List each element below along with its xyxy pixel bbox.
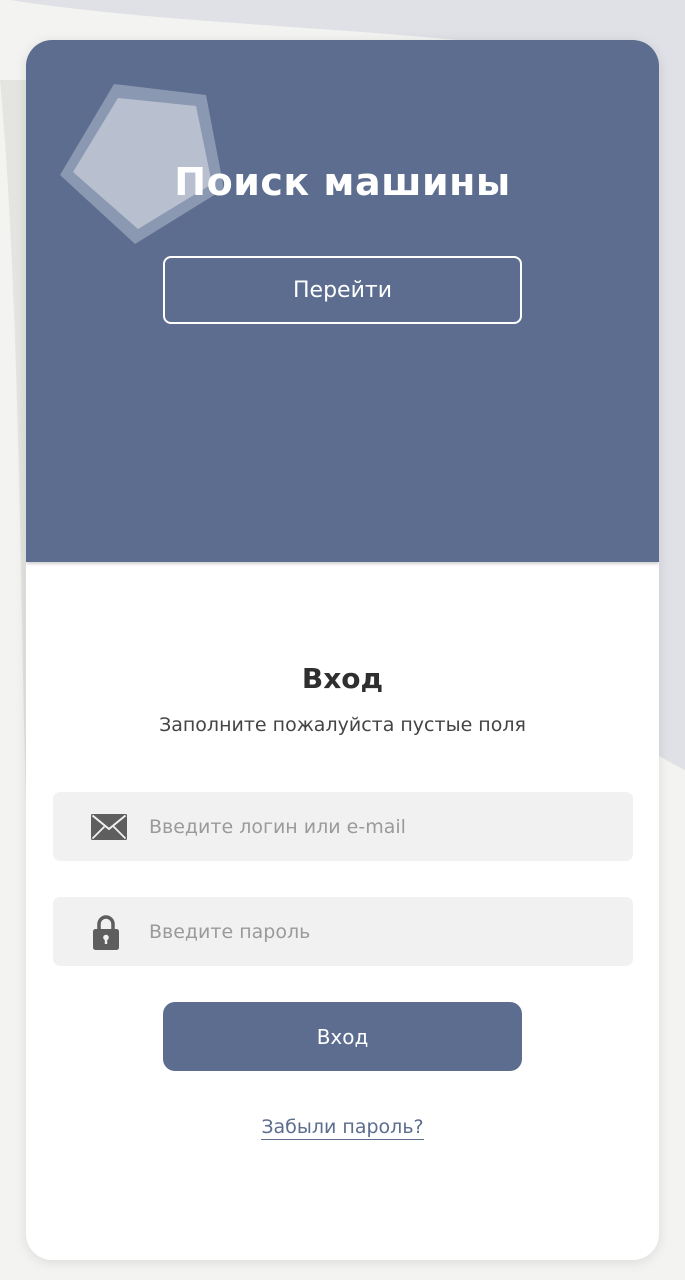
main-card: Поиск машины Перейти Вход Заполните пожа… (26, 40, 659, 1260)
login-subtitle: Заполните пожалуйста пустые поля (159, 714, 526, 736)
password-field[interactable] (53, 897, 633, 966)
login-title: Вход (301, 662, 384, 695)
password-input[interactable] (149, 911, 609, 952)
login-submit-button[interactable]: Вход (163, 1002, 522, 1071)
go-button[interactable]: Перейти (163, 256, 522, 324)
envelope-icon (91, 813, 127, 840)
lock-icon (91, 914, 121, 950)
hero-banner: Поиск машины Перейти (26, 40, 659, 562)
login-field[interactable] (53, 792, 633, 861)
forgot-password-link[interactable]: Забыли пароль? (261, 1116, 424, 1140)
login-input[interactable] (149, 806, 609, 847)
forgot-password-container: Забыли пароль? (26, 1116, 659, 1140)
hero-title: Поиск машины (174, 160, 511, 204)
